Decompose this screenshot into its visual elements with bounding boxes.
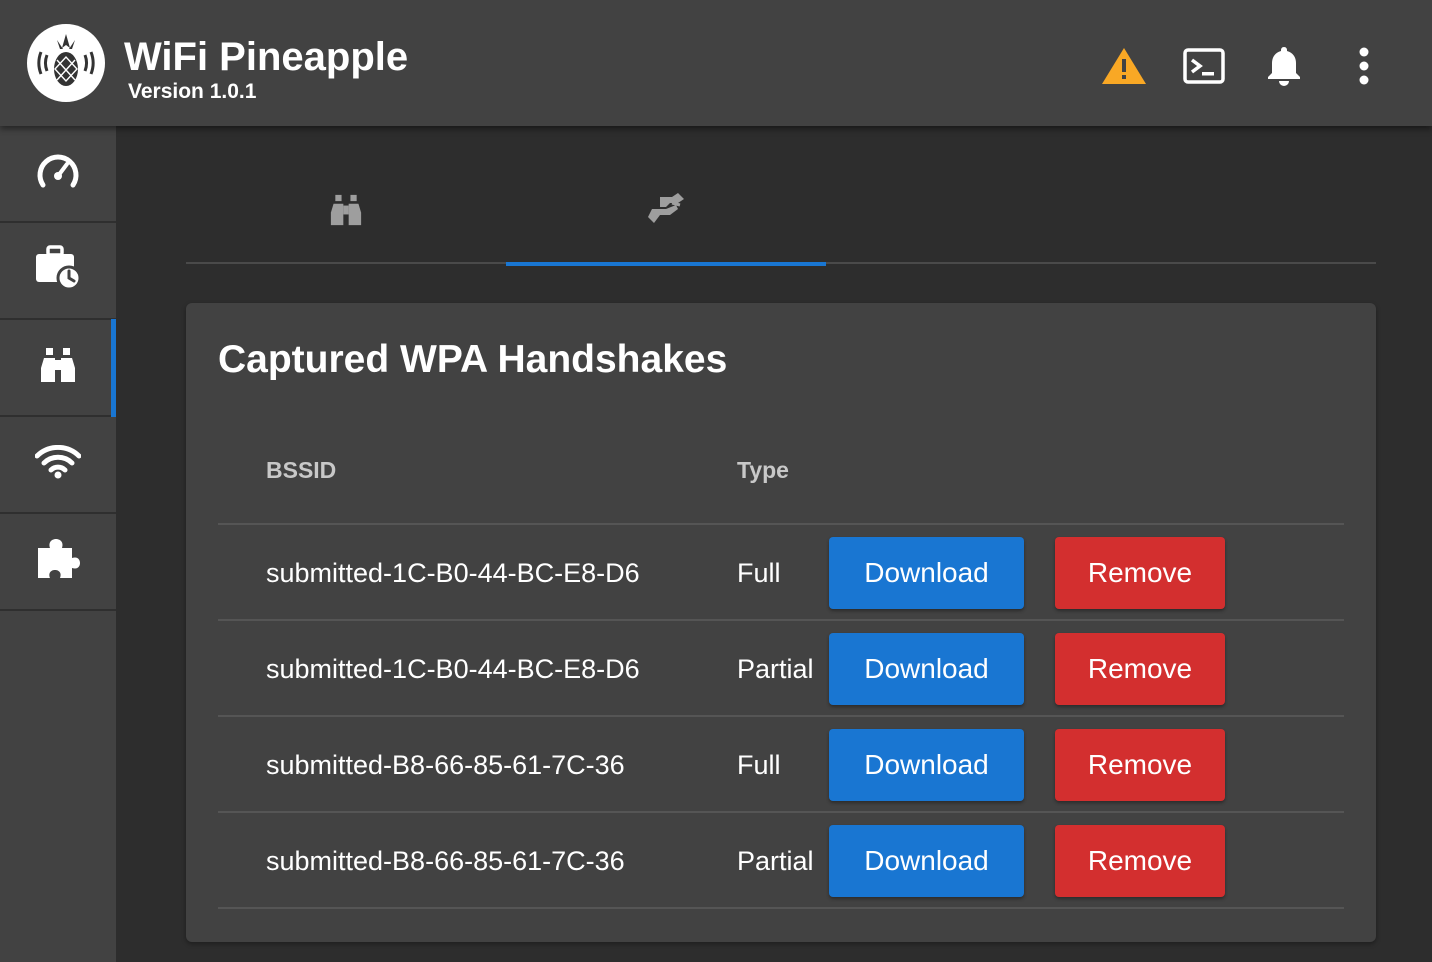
tab-handshakes[interactable] <box>506 160 826 266</box>
type-cell: Partial <box>737 654 814 684</box>
download-button[interactable]: Download <box>829 825 1024 897</box>
tab-recon[interactable] <box>186 160 506 264</box>
remove-button[interactable]: Remove <box>1055 825 1225 897</box>
bssid-cell: submitted-1C-B0-44-BC-E8-D6 <box>266 654 640 684</box>
table-row: submitted-1C-B0-44-BC-E8-D6 Partial Down… <box>218 621 1344 717</box>
bssid-cell: submitted-B8-66-85-61-7C-36 <box>266 846 625 876</box>
download-button[interactable]: Download <box>829 729 1024 801</box>
sidebar-item-dashboard[interactable] <box>0 126 116 223</box>
handshakes-table: BSSID Type submitted-1C-B0-44-BC-E8-D6 F… <box>218 429 1344 909</box>
app-version: Version 1.0.1 <box>128 80 257 103</box>
sidebar-item-campaigns[interactable] <box>0 223 116 320</box>
app-title: WiFi Pineapple <box>124 35 409 79</box>
recon-binoculars-icon <box>40 346 76 389</box>
handshake-icon <box>646 191 686 234</box>
column-header-bssid: BSSID <box>266 457 337 483</box>
sidebar-item-wifi[interactable] <box>0 417 116 514</box>
campaigns-briefcase-icon <box>34 245 82 296</box>
download-button[interactable]: Download <box>829 633 1024 705</box>
remove-button[interactable]: Remove <box>1055 537 1225 609</box>
bssid-cell: submitted-B8-66-85-61-7C-36 <box>266 750 625 780</box>
terminal-icon[interactable] <box>1180 42 1228 90</box>
table-row: submitted-B8-66-85-61-7C-36 Partial Down… <box>218 813 1344 909</box>
dashboard-gauge-icon <box>36 151 80 196</box>
bell-icon[interactable] <box>1260 42 1308 90</box>
modules-puzzle-icon <box>36 538 80 585</box>
warning-icon[interactable] <box>1100 42 1148 90</box>
type-cell: Full <box>737 750 781 780</box>
sidebar-item-modules[interactable] <box>0 514 116 611</box>
pineapple-logo <box>27 24 105 102</box>
handshakes-card: Captured WPA Handshakes BSSID Type submi… <box>186 303 1376 942</box>
table-row: submitted-B8-66-85-61-7C-36 Full Downloa… <box>218 717 1344 813</box>
wifi-icon <box>34 444 82 484</box>
binoculars-icon <box>330 193 362 232</box>
card-title: Captured WPA Handshakes <box>218 338 728 381</box>
download-button[interactable]: Download <box>829 537 1024 609</box>
remove-button[interactable]: Remove <box>1055 729 1225 801</box>
bssid-cell: submitted-1C-B0-44-BC-E8-D6 <box>266 558 640 588</box>
column-header-type: Type <box>737 457 789 483</box>
type-cell: Partial <box>737 846 814 876</box>
recon-tabs <box>186 160 1376 266</box>
more-vertical-icon[interactable] <box>1340 42 1388 90</box>
remove-button[interactable]: Remove <box>1055 633 1225 705</box>
app-header: WiFi Pineapple Version 1.0.1 <box>0 0 1432 126</box>
table-row: submitted-1C-B0-44-BC-E8-D6 Full Downloa… <box>218 525 1344 621</box>
sidebar <box>0 126 116 962</box>
type-cell: Full <box>737 558 781 588</box>
sidebar-item-recon[interactable] <box>0 319 116 417</box>
table-header: BSSID Type <box>218 429 1344 525</box>
